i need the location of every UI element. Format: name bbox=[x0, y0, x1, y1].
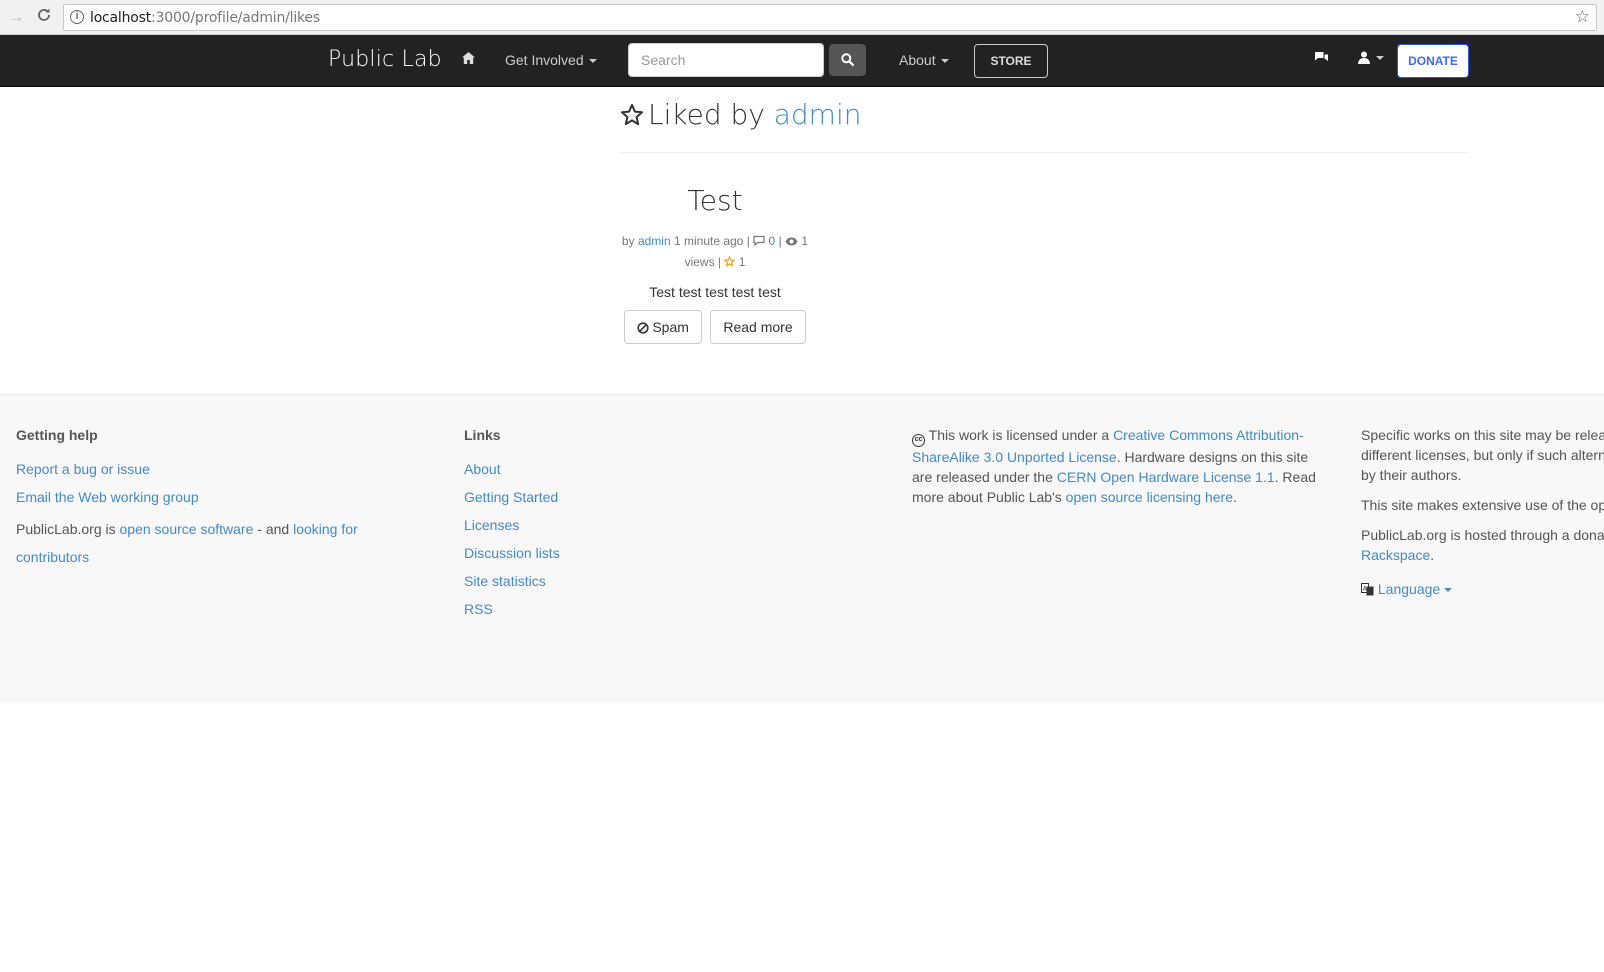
license-text-a: . Hardware designs on this site bbox=[1116, 449, 1309, 465]
chevron-down-icon bbox=[940, 59, 949, 64]
oss-prefix: PublicLab.org is bbox=[16, 521, 116, 537]
footer-link-rss[interactable]: RSS bbox=[464, 601, 493, 617]
license-text-d: more about Public Lab's bbox=[912, 489, 1062, 505]
language-menu[interactable]: A Language bbox=[1361, 581, 1453, 597]
footer-link-getting-started[interactable]: Getting Started bbox=[464, 489, 558, 505]
rackspace-link[interactable]: Rackspace bbox=[1361, 547, 1430, 563]
brand-logo[interactable]: Public Lab bbox=[328, 47, 442, 72]
oss-link[interactable]: open source software bbox=[120, 521, 254, 537]
footer-help-column: Getting help Report a bug or issue Email… bbox=[16, 425, 376, 579]
footer-link-discussion-lists[interactable]: Discussion lists bbox=[464, 545, 560, 561]
spam-button[interactable]: Spam bbox=[624, 310, 702, 344]
specific-works-line2: different licenses, but only if such alt… bbox=[1361, 447, 1604, 463]
oss-text: PublicLab.org is open source software - … bbox=[16, 515, 376, 571]
views-label: views bbox=[684, 255, 715, 269]
contributors-link-cont[interactable]: contributors bbox=[16, 549, 89, 565]
ban-icon bbox=[637, 313, 649, 345]
get-involved-label: Get Involved bbox=[505, 52, 584, 68]
chevron-down-icon bbox=[1376, 56, 1384, 60]
creative-commons-icon: cc bbox=[912, 434, 925, 447]
star-icon bbox=[620, 101, 644, 134]
comment-count[interactable]: 0 bbox=[769, 234, 776, 248]
footer-links-column: Links About Getting Started Licenses Dis… bbox=[464, 425, 664, 627]
author-link[interactable]: admin bbox=[638, 234, 671, 248]
meta-separator: | bbox=[717, 255, 722, 269]
read-more-button[interactable]: Read more bbox=[710, 310, 806, 344]
oss-licensing-link[interactable]: open source licensing here bbox=[1066, 489, 1233, 505]
donate-button[interactable]: DONATE bbox=[1397, 44, 1469, 78]
search-icon bbox=[841, 53, 854, 66]
spam-label: Spam bbox=[652, 319, 689, 335]
about-label: About bbox=[899, 52, 936, 68]
language-label: Language bbox=[1377, 581, 1441, 597]
like-count: 1 bbox=[738, 255, 746, 269]
note-body: Test test test test test bbox=[649, 284, 781, 300]
address-bar[interactable]: i localhost:3000/profile/admin/likes ☆ bbox=[63, 4, 1597, 31]
footer-help-title: Getting help bbox=[16, 427, 98, 443]
home-icon[interactable] bbox=[462, 51, 475, 68]
extensive-use-text: This site makes extensive use of the op bbox=[1361, 497, 1604, 513]
cc-license-link-cont[interactable]: ShareAlike 3.0 Unported License bbox=[912, 449, 1117, 465]
note-meta: by admin 1 minute ago | 0 | 1 views | 1 bbox=[620, 231, 810, 273]
footer-more-column: Specific works on this site may be relea… bbox=[1361, 425, 1604, 611]
meta-time: 1 minute ago bbox=[673, 234, 744, 248]
footer-license-column: cc This work is licensed under a Creativ… bbox=[912, 425, 1326, 507]
search-button[interactable] bbox=[829, 44, 866, 76]
bookmark-star-icon[interactable]: ☆ bbox=[1575, 7, 1590, 27]
view-count: 1 bbox=[801, 234, 809, 248]
divider bbox=[620, 152, 1469, 153]
license-text-end: . bbox=[1233, 489, 1237, 505]
url-text[interactable]: localhost:3000/profile/admin/likes bbox=[90, 10, 320, 26]
specific-works-text: Specific works on this site may be relea… bbox=[1361, 425, 1604, 485]
chevron-down-icon bbox=[588, 59, 597, 64]
contributors-link[interactable]: looking for bbox=[293, 521, 358, 537]
meta-separator: | bbox=[746, 234, 750, 248]
cern-license-link[interactable]: CERN Open Hardware License 1.1 bbox=[1057, 469, 1275, 485]
hosting-end: . bbox=[1430, 547, 1435, 563]
footer-links-title: Links bbox=[464, 427, 501, 443]
chat-icon[interactable] bbox=[1314, 51, 1329, 69]
specific-works-line1: Specific works on this site may be relea bbox=[1361, 427, 1604, 443]
heading-user-link[interactable]: admin bbox=[774, 98, 862, 131]
footer-link-site-statistics[interactable]: Site statistics bbox=[464, 573, 546, 589]
note-card: Test by admin 1 minute ago | 0 | 1 views… bbox=[620, 183, 810, 344]
page-title: Liked by admin bbox=[620, 98, 861, 134]
footer-link-about[interactable]: About bbox=[464, 461, 501, 477]
forward-icon[interactable]: → bbox=[6, 7, 26, 27]
specific-works-line3: by their authors. bbox=[1361, 467, 1462, 483]
user-icon bbox=[1358, 51, 1370, 64]
browser-toolbar: → i localhost:3000/profile/admin/likes ☆ bbox=[0, 0, 1604, 35]
eye-icon bbox=[785, 232, 798, 252]
star-icon bbox=[723, 253, 736, 273]
chevron-down-icon bbox=[1444, 588, 1453, 593]
hosting-line1: PublicLab.org is hosted through a dona bbox=[1361, 527, 1604, 543]
license-text-b: are released under the bbox=[912, 469, 1053, 485]
info-icon[interactable]: i bbox=[70, 10, 84, 24]
reload-icon[interactable] bbox=[34, 7, 54, 27]
note-title[interactable]: Test bbox=[620, 183, 810, 219]
footer-link-licenses[interactable]: Licenses bbox=[464, 517, 519, 533]
search-input[interactable] bbox=[628, 43, 824, 77]
cc-license-link[interactable]: Creative Commons Attribution- bbox=[1113, 427, 1304, 443]
meta-separator: | bbox=[778, 234, 782, 248]
translate-icon: A bbox=[1361, 581, 1374, 601]
site-footer: Getting help Report a bug or issue Email… bbox=[0, 394, 1604, 703]
get-involved-menu[interactable]: Get Involved bbox=[505, 52, 597, 68]
email-group-link[interactable]: Email the Web working group bbox=[16, 489, 199, 505]
heading-prefix: Liked by bbox=[648, 98, 765, 131]
site-navbar: Public Lab Get Involved About STORE DONA… bbox=[0, 35, 1604, 87]
comment-icon bbox=[753, 232, 765, 252]
report-bug-link[interactable]: Report a bug or issue bbox=[16, 461, 150, 477]
about-menu[interactable]: About bbox=[899, 52, 949, 68]
store-button[interactable]: STORE bbox=[974, 44, 1048, 78]
license-text-c: . Read bbox=[1274, 469, 1316, 485]
oss-mid: - and bbox=[257, 521, 290, 537]
hosting-text: PublicLab.org is hosted through a dona Ra… bbox=[1361, 525, 1604, 565]
meta-by: by bbox=[621, 234, 635, 248]
license-prefix: This work is licensed under a bbox=[928, 427, 1110, 443]
user-menu[interactable] bbox=[1358, 51, 1384, 69]
note-actions: Spam Read more bbox=[620, 310, 810, 344]
